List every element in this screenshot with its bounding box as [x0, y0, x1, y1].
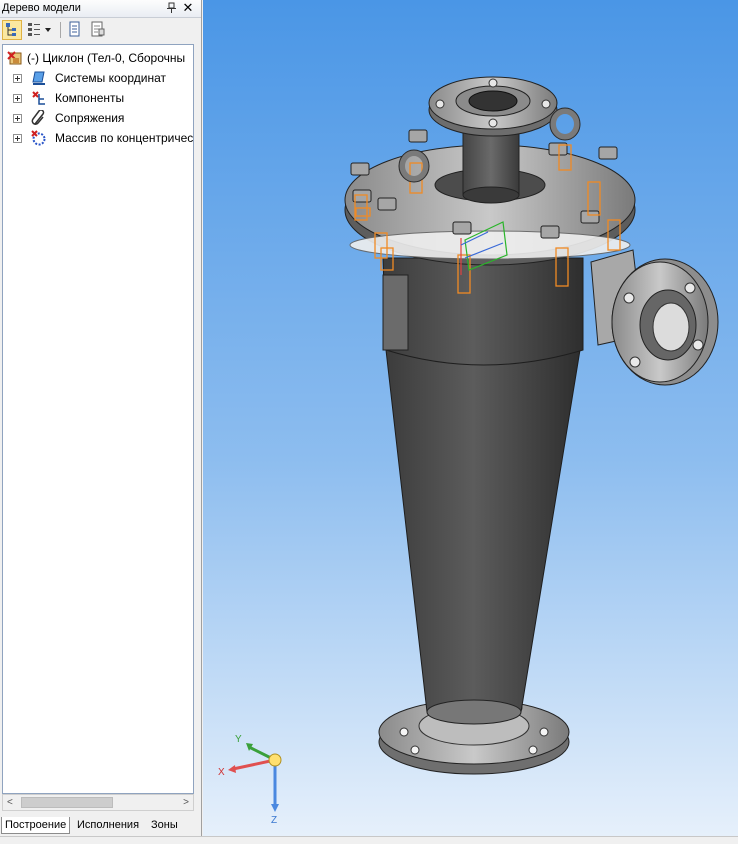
coordinate-systems-icon [32, 71, 45, 85]
panel-toolbar [0, 18, 201, 42]
side-inlet [590, 249, 719, 386]
cyclone-model [344, 76, 719, 775]
scroll-left-arrow-icon[interactable]: < [7, 797, 13, 808]
mates-icon [31, 110, 45, 125]
tree-item-mates[interactable]: Сопряжения [3, 109, 193, 127]
tree-item-components[interactable]: Компоненты [3, 89, 193, 107]
panel-header: Дерево модели ✕ [0, 0, 201, 18]
scroll-right-arrow-icon[interactable]: > [183, 797, 189, 808]
document-icon [69, 21, 80, 37]
tree-item-label: Компоненты [55, 91, 125, 105]
tree-item-label: Массив по концентричес [55, 131, 194, 145]
cone-body [385, 349, 581, 713]
3d-viewport[interactable]: Y X Z [203, 0, 738, 836]
circular-array-icon [31, 130, 46, 146]
tree-item-coordinate-systems[interactable]: Системы координат [3, 69, 193, 87]
expand-icon[interactable] [13, 114, 22, 123]
list-view-icon [28, 23, 51, 36]
model-tree-panel: Дерево модели ✕ (-) Циклон (Тел-0, Сборо… [0, 0, 202, 836]
panel-title: Дерево модели [2, 2, 81, 14]
tree-structure-icon [6, 23, 16, 36]
report-icon [91, 21, 105, 37]
expand-icon[interactable] [13, 74, 22, 83]
cylinder-body [382, 257, 584, 366]
orientation-triad: Y X Z [218, 734, 282, 826]
axis-x-label: X [218, 767, 225, 778]
toolbar-separator [60, 22, 61, 38]
expand-icon[interactable] [13, 134, 22, 143]
structure-dropdown-button[interactable] [26, 20, 56, 40]
expand-icon[interactable] [13, 94, 22, 103]
tree-item-label: Сопряжения [55, 111, 125, 125]
components-icon [32, 91, 45, 105]
tree-root-label: (-) Циклон (Тел-0, Сборочны [27, 51, 186, 65]
close-icon[interactable]: ✕ [182, 1, 194, 15]
properties-button[interactable] [66, 20, 84, 40]
model-tree: (-) Циклон (Тел-0, Сборочны Системы коор… [2, 44, 194, 794]
tree-view-button[interactable] [2, 20, 22, 40]
tab-build[interactable]: Построение [1, 817, 71, 834]
scrollbar-thumb[interactable] [21, 797, 113, 808]
tree-item-circular-array[interactable]: Массив по концентричес [3, 129, 194, 147]
pin-icon[interactable] [166, 2, 177, 14]
tab-executions[interactable]: Исполнения [74, 817, 142, 834]
assembly-icon [7, 51, 22, 65]
horizontal-scrollbar[interactable]: < > [2, 794, 194, 811]
tree-item-label: Системы координат [55, 71, 166, 85]
axis-y-label: Y [235, 734, 242, 745]
panel-tabs: Построение Исполнения Зоны [0, 815, 201, 836]
tree-root-item[interactable]: (-) Циклон (Тел-0, Сборочны [3, 49, 193, 67]
axis-z-label: Z [271, 815, 277, 826]
status-strip [0, 836, 738, 844]
tab-zones[interactable]: Зоны [148, 817, 181, 834]
report-button[interactable] [89, 20, 107, 40]
